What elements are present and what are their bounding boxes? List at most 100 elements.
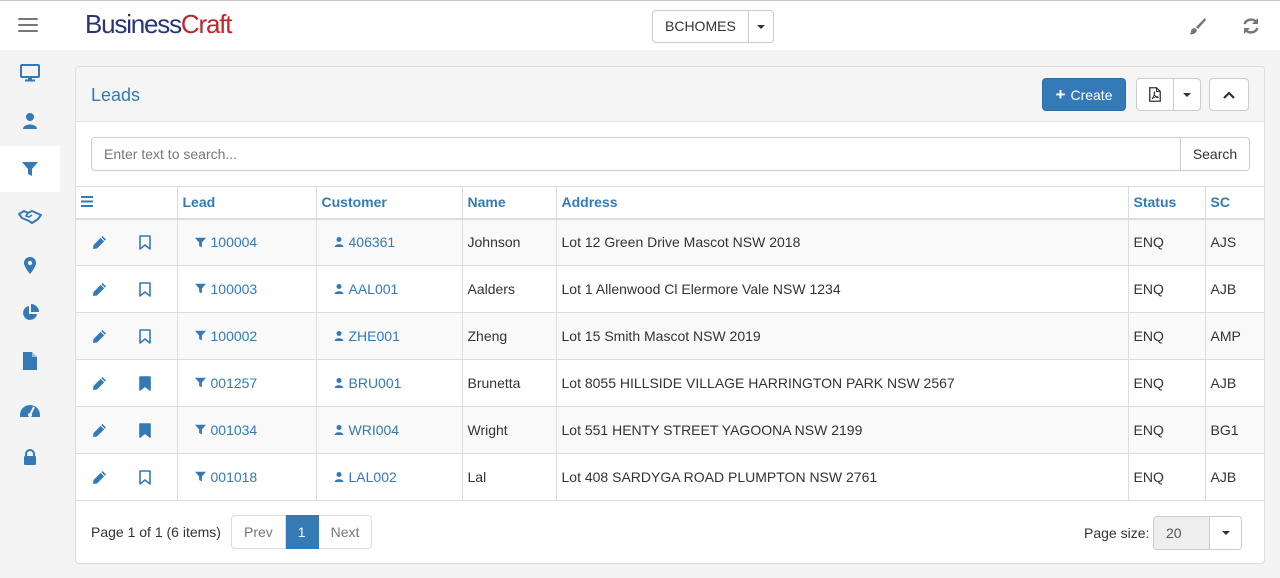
- lead-number: 100004: [210, 234, 258, 250]
- customer-link[interactable]: WRI004: [322, 422, 399, 438]
- cell-name: Aalders: [461, 265, 556, 313]
- user-icon: [334, 283, 344, 295]
- row-actions: [76, 406, 177, 454]
- top-bar: BusinessCraft BCHOMES: [0, 0, 1280, 50]
- row-actions: [76, 453, 177, 501]
- column-header-customer[interactable]: Customer: [315, 186, 462, 220]
- search-bar: Search: [91, 137, 1250, 171]
- bookmark-icon[interactable]: [122, 469, 168, 485]
- page-size-select[interactable]: 20: [1153, 516, 1242, 550]
- sidebar-item-dashboard-screen[interactable]: [0, 50, 60, 96]
- company-dropdown-toggle[interactable]: [749, 11, 773, 42]
- pagination: Prev 1 Next: [231, 515, 373, 549]
- edit-pencil-icon[interactable]: [76, 376, 122, 391]
- row-actions: [76, 359, 177, 407]
- search-button[interactable]: Search: [1181, 137, 1250, 171]
- document-icon: [23, 352, 37, 370]
- lead-link[interactable]: 001034: [183, 421, 258, 438]
- sidebar-item-locations[interactable]: [0, 242, 60, 288]
- table-row: 001034 WRI004 Wright Lot 551 HENTY STREET Y…: [76, 406, 1264, 454]
- cell-customer: WRI004: [315, 406, 462, 454]
- plus-icon: +: [1055, 85, 1066, 104]
- filter-icon: [194, 424, 206, 435]
- customer-link[interactable]: AAL001: [322, 281, 398, 297]
- filter-icon: [194, 330, 206, 341]
- create-button[interactable]: + Create: [1042, 78, 1126, 111]
- lead-link[interactable]: 100004: [183, 234, 258, 250]
- sidebar-item-reports[interactable]: [0, 290, 60, 336]
- lead-link[interactable]: 100002: [183, 328, 257, 344]
- column-menu-header[interactable]: [76, 186, 177, 220]
- bookmark-icon[interactable]: [122, 281, 168, 297]
- filter-icon: [194, 377, 206, 388]
- page-size-value[interactable]: 20: [1154, 517, 1210, 549]
- bookmark-icon[interactable]: [122, 234, 168, 250]
- hamburger-icon[interactable]: [18, 18, 38, 34]
- cell-address: Lot 12 Green Drive Mascot NSW 2018: [555, 218, 1128, 266]
- sidebar-item-customers[interactable]: [0, 98, 60, 144]
- bookmark-icon[interactable]: [122, 328, 168, 344]
- cell-customer: ZHE001: [315, 312, 462, 360]
- cell-address: Lot 551 HENTY STREET YAGOONA NSW 2199: [555, 406, 1128, 454]
- customer-link[interactable]: BRU001: [322, 375, 401, 391]
- page-1-button[interactable]: 1: [285, 515, 319, 549]
- next-page-button[interactable]: Next: [318, 515, 373, 549]
- cell-status: ENQ: [1127, 265, 1205, 313]
- cell-sc: AJB: [1204, 359, 1264, 407]
- user-icon: [334, 424, 344, 436]
- column-header-address[interactable]: Address: [555, 186, 1128, 220]
- prev-page-button[interactable]: Prev: [231, 515, 286, 549]
- search-input[interactable]: [91, 137, 1181, 171]
- filter-icon: [194, 283, 206, 294]
- customer-link[interactable]: 406361: [322, 234, 395, 250]
- dashboard-icon: [20, 405, 40, 417]
- bookmark-icon[interactable]: [122, 422, 168, 438]
- export-pdf-button[interactable]: [1137, 79, 1174, 110]
- caret-down-icon: [756, 24, 765, 29]
- cell-lead: 100002: [176, 312, 316, 360]
- lead-link[interactable]: 001018: [183, 469, 257, 485]
- sidebar-item-performance[interactable]: [0, 386, 60, 432]
- row-actions: [76, 218, 177, 266]
- edit-pencil-icon[interactable]: [76, 235, 122, 250]
- column-header-status[interactable]: Status: [1127, 186, 1205, 220]
- pdf-file-icon: [1149, 87, 1161, 102]
- company-name[interactable]: BCHOMES: [653, 11, 749, 42]
- table-row: 100003 AAL001 Aalders Lot 1 Allenwood Cl El…: [76, 265, 1264, 313]
- sidebar-item-documents[interactable]: [0, 338, 60, 384]
- lead-link[interactable]: 100003: [183, 280, 258, 297]
- customer-link[interactable]: ZHE001: [322, 328, 400, 344]
- cell-lead: 001257: [176, 359, 316, 407]
- cell-status: ENQ: [1127, 359, 1205, 407]
- refresh-icon[interactable]: [1241, 16, 1261, 36]
- edit-pencil-icon[interactable]: [76, 470, 122, 485]
- edit-pencil-icon[interactable]: [76, 282, 122, 297]
- cell-name: Johnson: [461, 218, 556, 266]
- lead-number: 100003: [210, 280, 258, 297]
- create-button-label: Create: [1070, 86, 1113, 103]
- edit-pencil-icon[interactable]: [76, 423, 122, 438]
- lead-number: 001034: [210, 421, 258, 438]
- bookmark-icon[interactable]: [122, 375, 168, 391]
- customer-link[interactable]: LAL002: [322, 469, 397, 485]
- cell-customer: BRU001: [315, 359, 462, 407]
- logo[interactable]: BusinessCraft: [85, 9, 232, 40]
- desktop-icon: [20, 64, 40, 82]
- cell-sc: AJS: [1204, 218, 1264, 266]
- page-size-dropdown-toggle[interactable]: [1210, 517, 1241, 549]
- cell-status: ENQ: [1127, 406, 1205, 454]
- edit-pencil-icon[interactable]: [76, 329, 122, 344]
- column-header-sc[interactable]: SC: [1204, 186, 1264, 220]
- export-dropdown-toggle[interactable]: [1174, 79, 1200, 110]
- user-icon: [334, 471, 344, 483]
- brush-icon[interactable]: [1187, 16, 1207, 36]
- page-size-label: Page size:: [1084, 525, 1150, 541]
- lead-link[interactable]: 001257: [183, 375, 257, 391]
- sidebar-item-security[interactable]: [0, 434, 60, 480]
- sidebar-item-deals[interactable]: [0, 194, 60, 240]
- column-header-name[interactable]: Name: [461, 186, 556, 220]
- sidebar-item-leads[interactable]: [0, 146, 60, 192]
- collapse-panel-button[interactable]: [1209, 78, 1249, 111]
- column-header-lead[interactable]: Lead: [176, 186, 316, 220]
- company-selector[interactable]: BCHOMES: [652, 10, 774, 43]
